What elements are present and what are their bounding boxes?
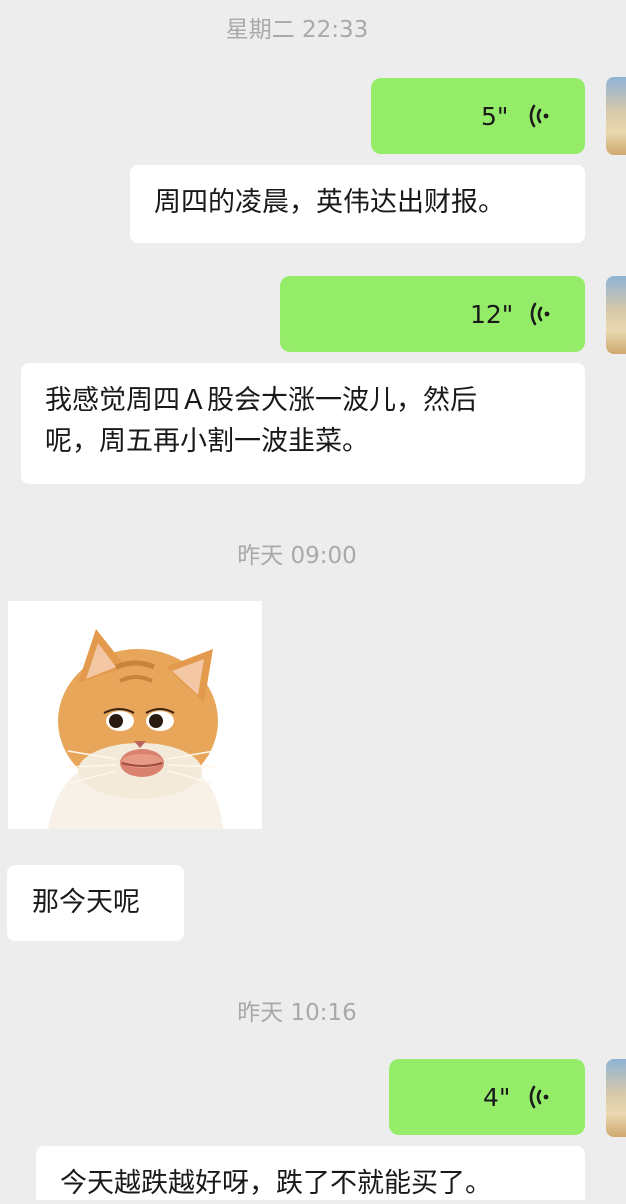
voice-message-bubble[interactable]: 5" — [371, 78, 585, 154]
user-avatar[interactable] — [606, 77, 626, 155]
voice-wave-icon — [530, 302, 550, 326]
voice-wave-icon — [529, 104, 549, 128]
timestamp: 昨天 10:16 — [237, 1000, 357, 1026]
timestamp: 昨天 09:00 — [237, 543, 357, 569]
user-avatar[interactable] — [606, 1059, 626, 1137]
voice-wave-icon — [529, 1085, 549, 1109]
voice-transcript: 今天越跌越好呀，跌了不就能买了。 — [36, 1146, 585, 1200]
message-text: 那今天呢 — [32, 887, 140, 918]
cat-sticker-image — [48, 629, 223, 829]
text-message-bubble[interactable]: 那今天呢 — [7, 865, 184, 941]
voice-transcript: 周四的凌晨，英伟达出财报。 — [130, 165, 585, 243]
voice-transcript: 我感觉周四Ａ股会大涨一波儿，然后 呢，周五再小割一波韭菜。 — [21, 363, 585, 484]
voice-duration: 5" — [481, 102, 509, 131]
cat-sticker[interactable] — [8, 601, 262, 829]
user-avatar[interactable] — [606, 276, 626, 354]
timestamp: 星期二 22:33 — [225, 17, 369, 43]
voice-message-bubble[interactable]: 12" — [280, 276, 585, 352]
voice-message-bubble[interactable]: 4" — [389, 1059, 585, 1135]
voice-duration: 4" — [483, 1083, 511, 1112]
voice-duration: 12" — [470, 300, 514, 329]
